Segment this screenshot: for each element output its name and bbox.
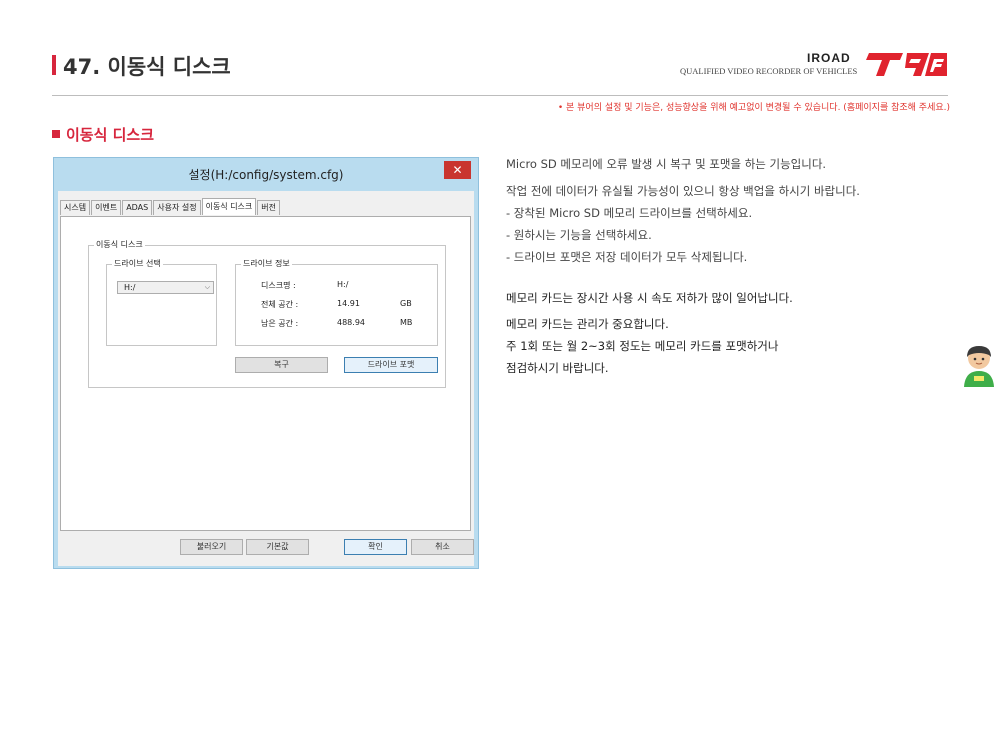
tab-user-settings[interactable]: 사용자 설정 [153, 200, 201, 215]
title-accent-bar [52, 55, 56, 75]
total-space-unit: GB [400, 299, 412, 308]
total-space-label: 전체 공간 : [261, 300, 299, 309]
drive-info-group: 드라이브 정보 디스크명 : H:/ 전체 공간 : 14.91 GB 남은 공… [235, 258, 438, 346]
brand-area: QUALIFIED VIDEO RECORDER OF VEHICLES IRO… [680, 49, 950, 79]
tab-bar: 시스템 이벤트 ADAS 사용자 설정 이동식 디스크 버전 [60, 198, 281, 216]
header-divider [52, 95, 948, 96]
tab-adas[interactable]: ADAS [122, 200, 153, 215]
drive-select-label: 드라이브 선택 [112, 258, 163, 269]
removable-disk-group-label: 이동식 디스크 [94, 239, 145, 250]
mascot-avatar-icon [958, 343, 1000, 387]
ok-button[interactable]: 확인 [344, 539, 407, 555]
free-space-unit: MB [400, 318, 413, 327]
removable-disk-panel: 이동식 디스크 드라이브 선택 H:/ ⌵ 드라이브 정보 디스크명 : H:/… [60, 216, 471, 531]
tab-version[interactable]: 버전 [257, 200, 281, 215]
section-bullet [52, 130, 60, 138]
brand-tagline: QUALIFIED VIDEO RECORDER OF VEHICLES [680, 66, 858, 76]
update-notice: • 본 뷰어의 설정 및 기능은, 성능향상을 위해 예고없이 변경될 수 있습… [557, 103, 950, 113]
brand-name: IROAD [807, 51, 851, 65]
dialog-body: 시스템 이벤트 ADAS 사용자 설정 이동식 디스크 버전 이동식 디스크 드… [58, 191, 474, 566]
section-title: 이동식 디스크 [66, 126, 155, 144]
description-line: - 드라이브 포맷은 저장 데이터가 모두 삭제됩니다. [506, 250, 748, 264]
cancel-button[interactable]: 취소 [411, 539, 474, 555]
tab-event[interactable]: 이벤트 [91, 200, 122, 215]
description-line: - 원하시는 기능을 선택하세요. [506, 228, 652, 242]
close-button[interactable]: ✕ [444, 161, 471, 179]
description-line: 작업 전에 데이터가 유실될 가능성이 있으니 항상 백업을 하시기 바랍니다. [506, 184, 860, 198]
tab-system[interactable]: 시스템 [60, 200, 91, 215]
description-line: Micro SD 메모리에 오류 발생 시 복구 및 포맷을 하는 기능입니다. [506, 157, 827, 171]
page-title: 47. 이동식 디스크 [63, 55, 231, 79]
disk-name-label: 디스크명 : [261, 281, 296, 290]
settings-dialog: 설정(H:/config/system.cfg) ✕ 시스템 이벤트 ADAS … [53, 157, 479, 569]
drive-select-group: 드라이브 선택 H:/ ⌵ [106, 258, 217, 346]
load-button[interactable]: 불러오기 [180, 539, 243, 555]
drive-select-value: H:/ [124, 283, 136, 292]
default-button[interactable]: 기본값 [246, 539, 309, 555]
format-drive-button[interactable]: 드라이브 포맷 [344, 357, 438, 373]
dialog-title: 설정(H:/config/system.cfg) [188, 168, 344, 182]
drive-select-dropdown[interactable]: H:/ ⌵ [117, 281, 214, 294]
t9f-logo-icon [866, 53, 947, 76]
note-line: 점검하시기 바랍니다. [506, 361, 609, 375]
tab-removable-disk[interactable]: 이동식 디스크 [201, 198, 257, 215]
drive-info-label: 드라이브 정보 [241, 258, 292, 269]
note-line: 메모리 카드는 관리가 중요합니다. [506, 317, 669, 331]
free-space-value: 488.94 [337, 318, 365, 327]
note-line: 주 1회 또는 월 2~3회 정도는 메모리 카드를 포맷하거나 [506, 339, 779, 353]
disk-name-value: H:/ [337, 280, 349, 289]
description-line: - 장착된 Micro SD 메모리 드라이브를 선택하세요. [506, 206, 753, 220]
note-line: 메모리 카드는 장시간 사용 시 속도 저하가 많이 일어납니다. [506, 291, 793, 305]
recover-button[interactable]: 복구 [235, 357, 328, 373]
total-space-value: 14.91 [337, 299, 360, 308]
chevron-down-icon: ⌵ [204, 283, 210, 291]
free-space-label: 남은 공간 : [261, 319, 299, 328]
removable-disk-group: 이동식 디스크 드라이브 선택 H:/ ⌵ 드라이브 정보 디스크명 : H:/… [88, 239, 446, 388]
